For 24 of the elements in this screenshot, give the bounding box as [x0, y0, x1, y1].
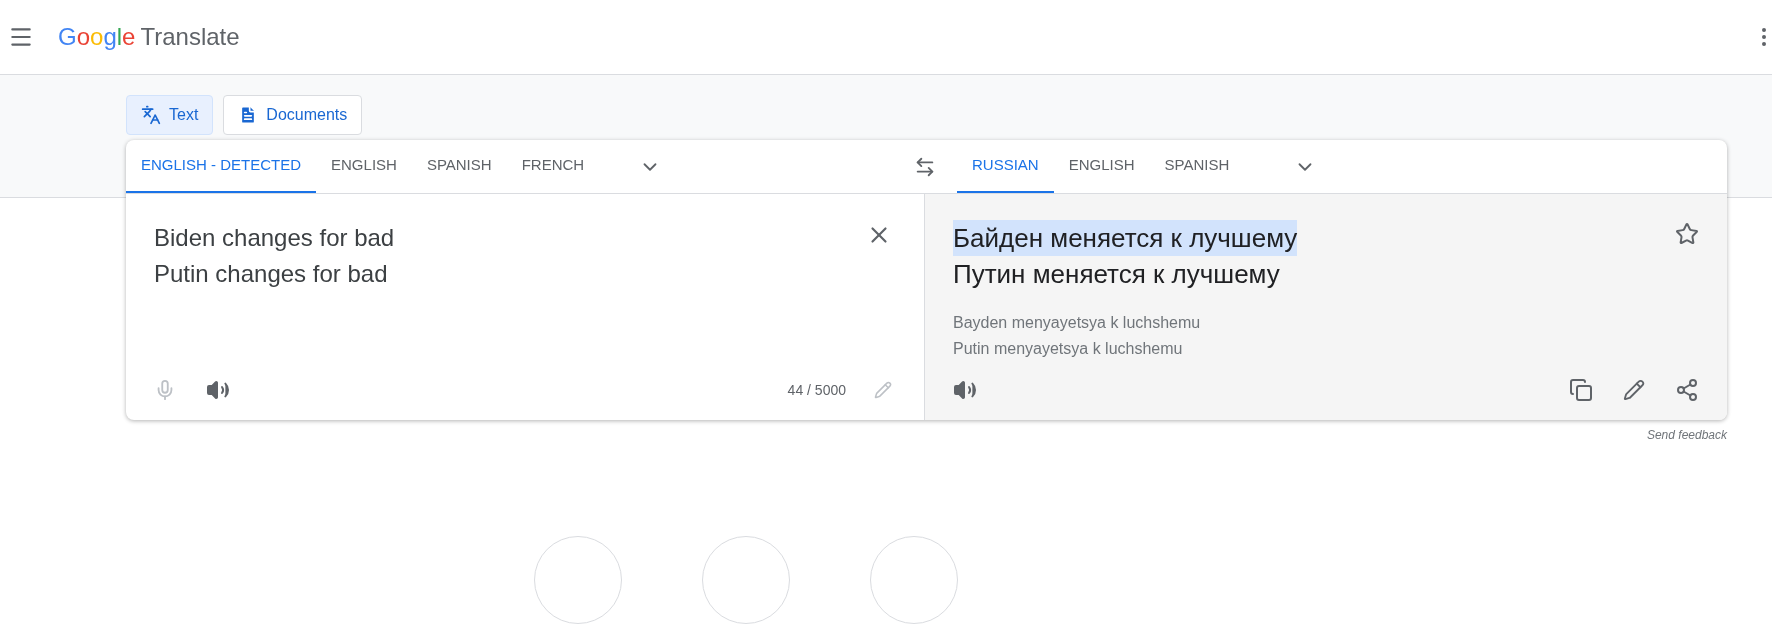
language-tab[interactable]: ENGLISH: [1053, 140, 1150, 193]
language-tab[interactable]: SPANISH: [1149, 140, 1245, 193]
speaker-icon[interactable]: [206, 378, 230, 402]
language-tab[interactable]: ENGLISH: [316, 140, 412, 193]
share-icon[interactable]: [1675, 378, 1699, 402]
character-count: 44 / 5000: [787, 380, 846, 400]
mode-button[interactable]: Text: [126, 95, 214, 135]
transliteration-text: Bayden menyayetsya k luchshemu: [953, 313, 1202, 333]
mode-button[interactable]: Documents: [223, 95, 363, 135]
feedback-link[interactable]: Send feedback: [1646, 426, 1727, 444]
star-icon[interactable]: [1675, 222, 1699, 246]
translate-icon: [141, 105, 161, 125]
language-tab[interactable]: SPANISH: [411, 140, 507, 193]
swap-icon[interactable]: [914, 155, 936, 178]
copy-icon[interactable]: [1569, 378, 1593, 402]
speaker-icon[interactable]: [953, 378, 977, 402]
translated-text: Путин меняется к лучшему: [953, 258, 1280, 291]
pencil-icon[interactable]: [1623, 379, 1645, 401]
source-text-field[interactable]: Biden changes for bad Putin changes for bad: [154, 220, 395, 292]
app-logo[interactable]: Google Translate: [58, 19, 240, 55]
language-tab[interactable]: ENGLISH - DETECTED: [126, 140, 317, 193]
language-tab[interactable]: FRENCH: [506, 140, 600, 193]
translated-text: Байден меняется к лучшему: [953, 220, 1298, 256]
transliteration-text: Putin menyayetsya k luchshemu: [953, 339, 1184, 359]
